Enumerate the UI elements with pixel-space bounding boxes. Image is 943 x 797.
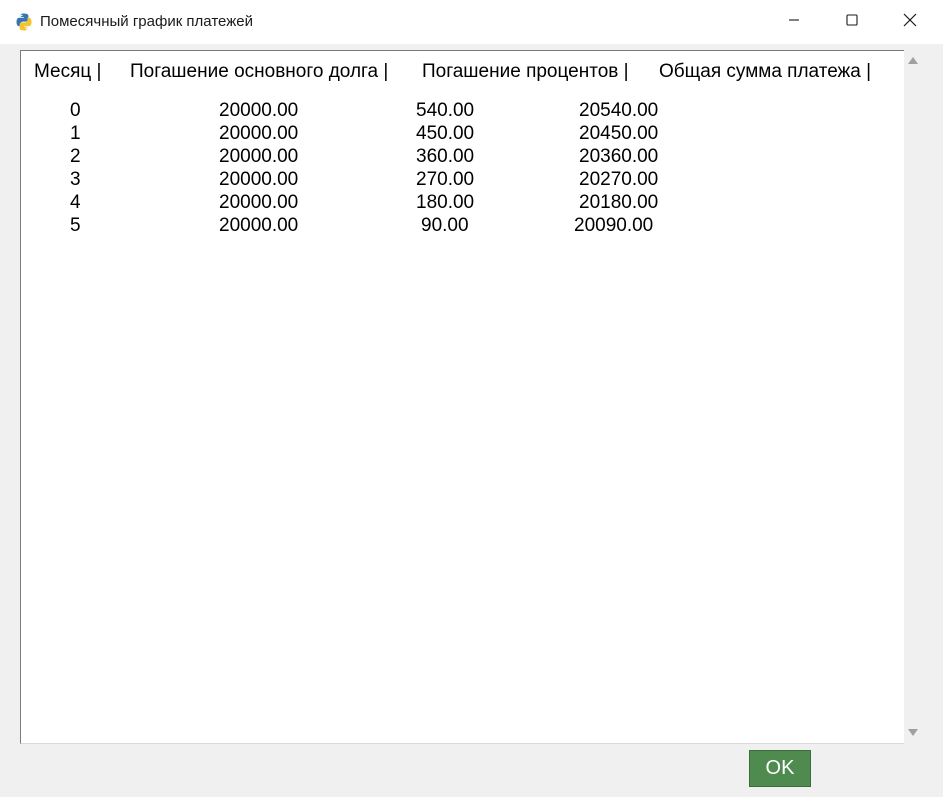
cell-month: 3 — [70, 169, 81, 190]
title-bar[interactable]: Помесячный график платежей — [0, 0, 943, 44]
header-total: Общая сумма платежа | — [659, 61, 872, 82]
cell-month: 0 — [70, 100, 81, 121]
header-principal: Погашение основного долга | — [130, 61, 389, 82]
cell-principal: 20000.00 — [219, 123, 299, 144]
vertical-scrollbar[interactable] — [904, 50, 923, 744]
cell-total: 20540.00 — [579, 100, 659, 121]
cell-total: 20180.00 — [579, 192, 659, 213]
cell-principal: 20000.00 — [219, 192, 299, 213]
cell-principal: 20000.00 — [219, 100, 299, 121]
cell-month: 4 — [70, 192, 81, 213]
cell-principal: 20000.00 — [219, 146, 299, 167]
payment-schedule-window: Помесячный график платежей Месяц | Погаш… — [0, 0, 943, 797]
cell-total: 20360.00 — [579, 146, 659, 167]
cell-principal: 20000.00 — [219, 215, 299, 236]
cell-interest: 180.00 — [416, 192, 475, 213]
cell-principal: 20000.00 — [219, 169, 299, 190]
cell-interest: 450.00 — [416, 123, 475, 144]
header-interest: Погашение процентов | — [422, 61, 629, 82]
cell-interest: 270.00 — [416, 169, 475, 190]
cell-interest: 360.00 — [416, 146, 475, 167]
header-month: Месяц | — [34, 61, 102, 82]
schedule-text-area[interactable]: Месяц | Погашение основного долга | Пога… — [20, 50, 904, 744]
scroll-down-arrow-icon[interactable] — [908, 729, 918, 736]
cell-month: 2 — [70, 146, 81, 167]
close-button[interactable] — [881, 0, 939, 44]
maximize-icon — [846, 13, 858, 31]
cell-interest: 540.00 — [416, 100, 475, 121]
ok-button[interactable]: OK — [749, 750, 811, 787]
cell-month: 1 — [70, 123, 81, 144]
minimize-icon — [788, 13, 800, 31]
python-icon — [14, 12, 34, 32]
scroll-up-arrow-icon[interactable] — [908, 57, 918, 64]
cell-total: 20270.00 — [579, 169, 659, 190]
cell-interest: 90.00 — [421, 215, 469, 236]
window-title: Помесячный график платежей — [40, 13, 253, 30]
dialog-body: Месяц | Погашение основного долга | Пога… — [0, 44, 943, 797]
cell-total: 20450.00 — [579, 123, 659, 144]
close-icon — [903, 13, 917, 32]
cell-month: 5 — [70, 215, 81, 236]
cell-total: 20090.00 — [574, 215, 654, 236]
minimize-button[interactable] — [765, 0, 823, 44]
maximize-button[interactable] — [823, 0, 881, 44]
